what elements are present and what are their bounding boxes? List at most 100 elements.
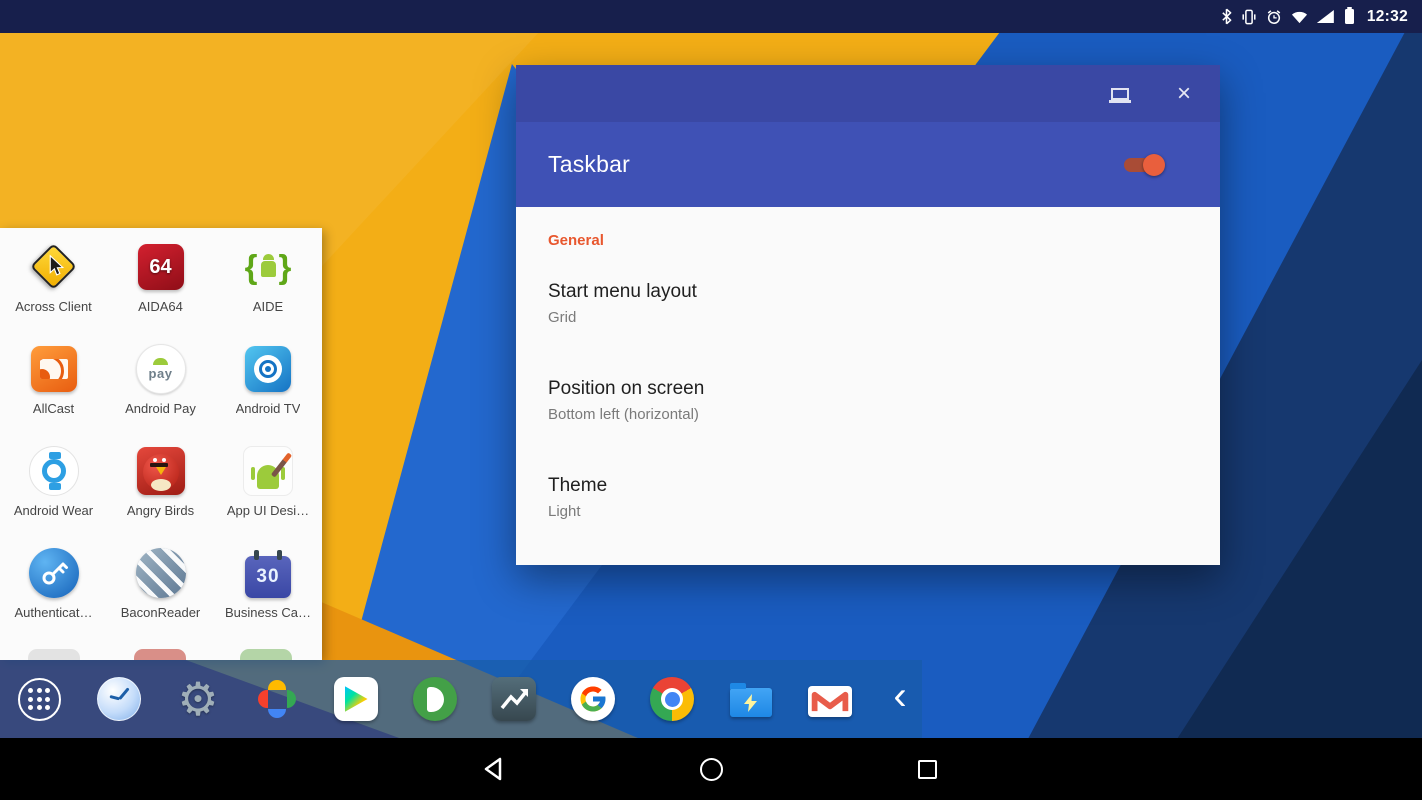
window-header: × — [516, 65, 1220, 122]
section-header-general: General — [548, 231, 1188, 251]
android-robot-icon — [261, 261, 276, 277]
taskbar-collapse-button[interactable]: ‹ — [887, 669, 913, 729]
chart-app-button[interactable] — [492, 677, 536, 721]
key-circle-icon — [25, 544, 83, 602]
app-label: AllCast — [33, 401, 74, 416]
app-authenticator[interactable]: Authenticat… — [0, 540, 107, 642]
back-icon — [482, 756, 508, 782]
app-angry-birds[interactable]: Angry Birds — [107, 438, 214, 540]
pay-badge: pay — [149, 366, 173, 381]
calendar-icon: 30 — [239, 544, 297, 602]
gmail-button[interactable] — [808, 677, 852, 721]
close-button[interactable]: × — [1172, 82, 1196, 106]
files-app-button[interactable] — [729, 677, 773, 721]
app-aide[interactable]: { } AIDE — [214, 234, 322, 336]
alarm-icon — [1266, 9, 1282, 25]
setting-value: Grid — [548, 308, 1188, 328]
app-label: Authenticat… — [14, 605, 92, 620]
home-button[interactable] — [697, 755, 725, 783]
gmail-icon — [808, 686, 852, 717]
gear-icon: ⚙ — [177, 677, 218, 721]
setting-value: Bottom left (horizontal) — [548, 405, 1188, 425]
tv-circle-icon — [239, 340, 297, 398]
home-icon — [700, 758, 723, 781]
chrome-button[interactable] — [650, 677, 694, 721]
recents-button[interactable] — [913, 755, 941, 783]
taskbar: ⚙ — [0, 660, 922, 738]
wifi-icon — [1291, 10, 1308, 24]
all-apps-button[interactable] — [16, 677, 62, 721]
aida64-badge: 64 — [149, 256, 171, 279]
setting-theme[interactable]: Theme Light — [548, 473, 1188, 522]
cast-screen-icon — [25, 340, 83, 398]
play-store-button[interactable] — [334, 677, 378, 721]
clock-app-button[interactable] — [97, 677, 141, 721]
google-g-icon — [571, 677, 615, 721]
setting-start-menu-layout[interactable]: Start menu layout Grid — [548, 279, 1188, 328]
settings-list: General Start menu layout Grid Position … — [516, 207, 1220, 565]
striped-circle-icon — [132, 544, 190, 602]
app-grid: Across Client 64 AIDA64 { } AIDE — [0, 228, 322, 642]
close-icon: × — [1177, 83, 1191, 105]
brace-close: } — [279, 248, 292, 286]
taskbar-settings-window: × Taskbar General Start menu layout Grid… — [516, 65, 1220, 565]
calendar-badge: 30 — [256, 566, 279, 588]
battery-icon — [1345, 9, 1354, 24]
partial-app-icon — [240, 649, 292, 660]
setting-label: Position on screen — [548, 376, 1188, 402]
app-across-client[interactable]: Across Client — [0, 234, 107, 336]
all-apps-icon — [18, 678, 61, 721]
partial-app-icon — [134, 649, 186, 660]
app-label: AIDE — [253, 299, 283, 314]
start-menu: Across Client 64 AIDA64 { } AIDE — [0, 228, 322, 660]
cell-signal-icon — [1317, 10, 1334, 23]
chevron-left-icon: ‹ — [893, 676, 906, 716]
app-business-calendar[interactable]: 30 Business Ca… — [214, 540, 322, 642]
green-d-icon — [413, 677, 457, 721]
photos-pinwheel-icon — [257, 679, 297, 719]
green-d-app-button[interactable] — [413, 677, 457, 721]
app-android-tv[interactable]: Android TV — [214, 336, 322, 438]
folder-icon — [730, 688, 772, 717]
back-button[interactable] — [481, 755, 509, 783]
app-android-pay[interactable]: pay Android Pay — [107, 336, 214, 438]
warning-sign-cursor-icon — [25, 238, 83, 296]
app-label: Android Pay — [125, 401, 196, 416]
android-paintbrush-icon — [239, 442, 297, 500]
app-label: Android TV — [236, 401, 301, 416]
setting-label: Theme — [548, 473, 1188, 499]
app-label: Android Wear — [14, 503, 93, 518]
app-app-ui-designer[interactable]: App UI Desi… — [214, 438, 322, 540]
pay-circle-icon: pay — [132, 340, 190, 398]
status-bar: 12:32 — [0, 0, 1422, 33]
app-label: BaconReader — [121, 605, 201, 620]
window-titlebar: Taskbar — [516, 122, 1220, 207]
setting-position-on-screen[interactable]: Position on screen Bottom left (horizont… — [548, 376, 1188, 425]
taskbar-master-toggle[interactable] — [1122, 154, 1162, 176]
app-label: Angry Birds — [127, 503, 194, 518]
braces-android-icon: { } — [239, 238, 297, 296]
brace-open: { — [245, 248, 258, 286]
clock-icon — [97, 677, 141, 721]
maximize-icon — [1111, 88, 1129, 100]
navigation-bar — [0, 738, 1422, 800]
android-screen: 12:32 × Taskbar General Start menu layou… — [0, 0, 1422, 800]
window-title: Taskbar — [548, 151, 630, 178]
status-time: 12:32 — [1367, 8, 1408, 26]
maximize-button[interactable] — [1108, 82, 1132, 106]
recents-icon — [918, 760, 937, 779]
setting-value: Light — [548, 502, 1188, 522]
google-app-button[interactable] — [571, 677, 615, 721]
app-baconreader[interactable]: BaconReader — [107, 540, 214, 642]
bluetooth-icon — [1221, 8, 1232, 25]
app-aida64[interactable]: 64 AIDA64 — [107, 234, 214, 336]
android-head-icon — [153, 358, 168, 365]
photos-app-button[interactable] — [255, 677, 299, 721]
watch-icon — [25, 442, 83, 500]
app-allcast[interactable]: AllCast — [0, 336, 107, 438]
app-android-wear[interactable]: Android Wear — [0, 438, 107, 540]
settings-app-button[interactable]: ⚙ — [176, 677, 220, 721]
toggle-thumb — [1143, 154, 1165, 176]
red-square-icon: 64 — [132, 238, 190, 296]
app-label: Across Client — [15, 299, 92, 314]
